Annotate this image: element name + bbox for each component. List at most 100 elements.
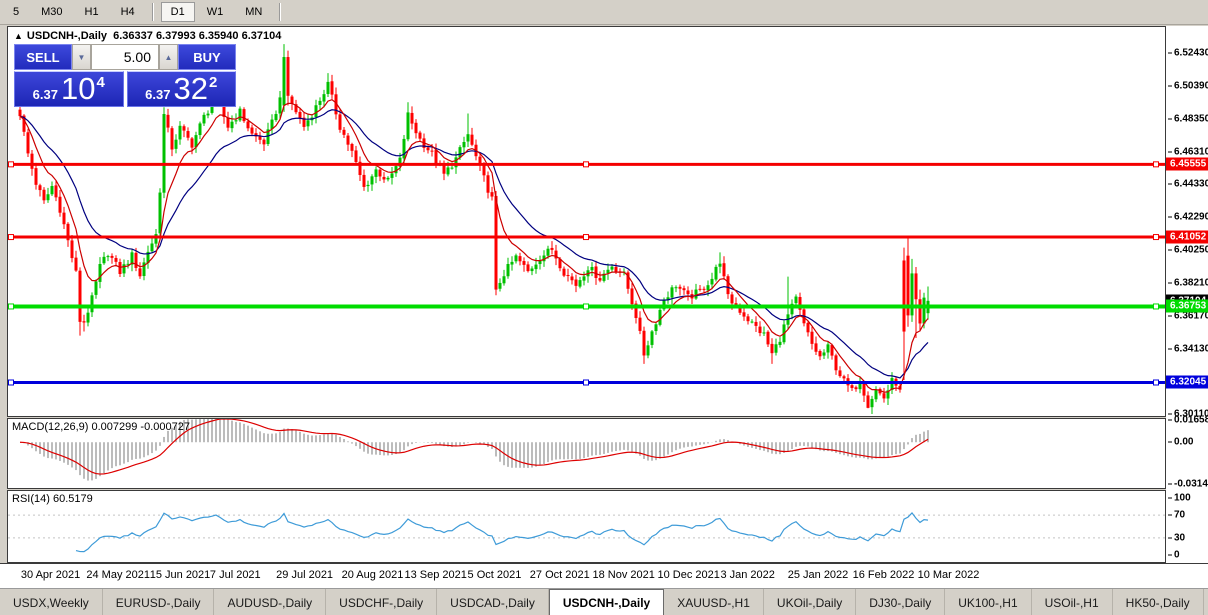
- line-handle[interactable]: [583, 161, 589, 168]
- date-axis-label: 30 Apr 2021: [20, 569, 81, 581]
- chart-tab-dj30-daily[interactable]: DJ30-,Daily: [856, 589, 946, 615]
- candle-body: [834, 355, 838, 371]
- candle-body: [482, 165, 486, 176]
- timeframe-button-h4[interactable]: H4: [111, 2, 145, 22]
- candle-body: [322, 94, 326, 102]
- candle-body: [518, 256, 522, 262]
- candle-body: [274, 114, 278, 121]
- candle-body: [242, 109, 246, 122]
- chart-tab-uk100-h1[interactable]: UK100-,H1: [945, 589, 1032, 615]
- line-handle[interactable]: [1153, 379, 1159, 386]
- price-axis-tick: 6.40250: [1168, 245, 1208, 256]
- rsi-chart-canvas[interactable]: [8, 491, 1165, 562]
- candle-body: [78, 270, 82, 322]
- timeframe-button-m30[interactable]: M30: [31, 2, 72, 22]
- date-axis-label: 25 Jan 2022: [787, 569, 849, 581]
- line-handle[interactable]: [583, 379, 589, 386]
- sell-button[interactable]: SELL: [14, 44, 72, 70]
- price-level-tag: 6.41052: [1166, 230, 1208, 244]
- line-handle[interactable]: [583, 234, 589, 241]
- line-handle[interactable]: [8, 379, 14, 386]
- candle-body: [410, 112, 414, 124]
- candle-body: [862, 382, 866, 396]
- line-handle[interactable]: [1153, 303, 1159, 310]
- timeframe-button-d1[interactable]: D1: [160, 2, 195, 22]
- chart-tab-eurusd-daily[interactable]: EURUSD-,Daily: [103, 589, 215, 615]
- timeframe-button-w1[interactable]: W1: [197, 2, 234, 22]
- line-handle[interactable]: [8, 234, 14, 241]
- candle-body: [806, 322, 810, 333]
- sell-price-main: 10: [60, 71, 96, 106]
- buy-price-box[interactable]: 6.37 32 2: [126, 71, 236, 107]
- candle-body: [750, 321, 754, 323]
- macd-subwindow[interactable]: MACD(12,26,9) 0.007299 -0.000727: [7, 418, 1166, 489]
- chart-tab-usdx-weekly[interactable]: USDX,Weekly: [0, 589, 103, 615]
- time-axis[interactable]: 30 Apr 2021 24 May 2021 15 Jun 2021 7 Jul 2…: [0, 563, 1208, 589]
- candle-body: [526, 264, 530, 272]
- spread-decrease-button[interactable]: ▼: [72, 44, 91, 70]
- timeframe-toolbar: 5 M30 H1 H4 D1 W1 MN: [0, 0, 1208, 25]
- chart-tab-ukoil-daily[interactable]: UKOil-,Daily: [764, 589, 857, 615]
- candle-body: [910, 273, 914, 316]
- spread-increase-button[interactable]: ▲: [159, 44, 178, 70]
- candle-body: [166, 114, 170, 128]
- candle-body: [902, 260, 906, 332]
- line-handle[interactable]: [8, 303, 14, 310]
- candle-body: [638, 317, 642, 331]
- candle-body: [70, 240, 74, 259]
- candle-body: [226, 117, 230, 128]
- line-handle[interactable]: [1153, 161, 1159, 168]
- toolbar-separator: [279, 3, 282, 21]
- candle-body: [914, 273, 918, 300]
- candle-body: [730, 294, 734, 304]
- line-handle[interactable]: [583, 303, 589, 310]
- price-axis[interactable]: 6.52430 6.50390 6.48350 6.46310 6.44330 6.422…: [1166, 26, 1208, 563]
- candle-body: [418, 132, 422, 139]
- candle-body: [598, 278, 602, 281]
- price-axis-tick: 0.00: [1168, 437, 1193, 448]
- candle-body: [706, 285, 710, 291]
- candle-body: [98, 264, 102, 282]
- candle-body: [794, 296, 798, 304]
- rsi-subwindow[interactable]: RSI(14) 60.5179: [7, 490, 1166, 563]
- volume-field[interactable]: 5.00: [91, 44, 159, 70]
- buy-price-pip: 2: [208, 74, 218, 91]
- candle-body: [870, 398, 874, 408]
- timeframe-button-m5[interactable]: 5: [3, 2, 29, 22]
- candle-body: [642, 330, 646, 356]
- collapse-triangle-icon[interactable]: ▲: [14, 31, 23, 41]
- chart-tab-usdcad-daily[interactable]: USDCAD-,Daily: [437, 589, 549, 615]
- candle-body: [202, 114, 206, 124]
- buy-button[interactable]: BUY: [178, 44, 236, 70]
- candle-body: [594, 266, 598, 279]
- sell-price-box[interactable]: 6.37 10 4: [14, 71, 124, 107]
- candle-body: [658, 309, 662, 325]
- candle-body: [826, 344, 830, 353]
- line-handle[interactable]: [8, 161, 14, 168]
- candle-body: [338, 114, 342, 130]
- chart-tab-xauusd-h1[interactable]: XAUUSD-,H1: [664, 589, 764, 615]
- date-axis-label: 24 May 2021: [86, 569, 150, 581]
- date-axis-label: 13 Sep 2021: [404, 569, 467, 581]
- candle-body: [306, 120, 310, 127]
- candle-body: [610, 266, 614, 270]
- candle-body: [754, 321, 758, 326]
- candle-body: [362, 174, 366, 187]
- candle-body: [714, 266, 718, 280]
- date-axis-label: 20 Aug 2021: [341, 569, 404, 581]
- chart-tab-usdchf-daily[interactable]: USDCHF-,Daily: [326, 589, 438, 615]
- chart-tab-audusd-daily[interactable]: AUDUSD-,Daily: [214, 589, 327, 615]
- timeframe-button-h1[interactable]: H1: [75, 2, 109, 22]
- chart-tab-hk50-daily[interactable]: HK50-,Daily: [1113, 589, 1204, 615]
- main-chart-panel[interactable]: ▲ USDCNH-,Daily 6.36337 6.37993 6.35940 6…: [7, 26, 1166, 417]
- chart-tab-usoil-h1[interactable]: USOil-,H1: [1032, 589, 1113, 615]
- macd-label: MACD(12,26,9) 0.007299 -0.000727: [12, 421, 190, 433]
- candle-body: [46, 194, 50, 201]
- timeframe-button-mn[interactable]: MN: [235, 2, 272, 22]
- candle-body: [326, 81, 330, 94]
- candle-body: [386, 177, 390, 180]
- line-handle[interactable]: [1153, 234, 1159, 241]
- date-axis-label: 18 Nov 2021: [592, 569, 655, 581]
- price-axis-tick: 6.50390: [1168, 81, 1208, 92]
- chart-tab-usdcnh-daily[interactable]: USDCNH-,Daily: [548, 589, 665, 615]
